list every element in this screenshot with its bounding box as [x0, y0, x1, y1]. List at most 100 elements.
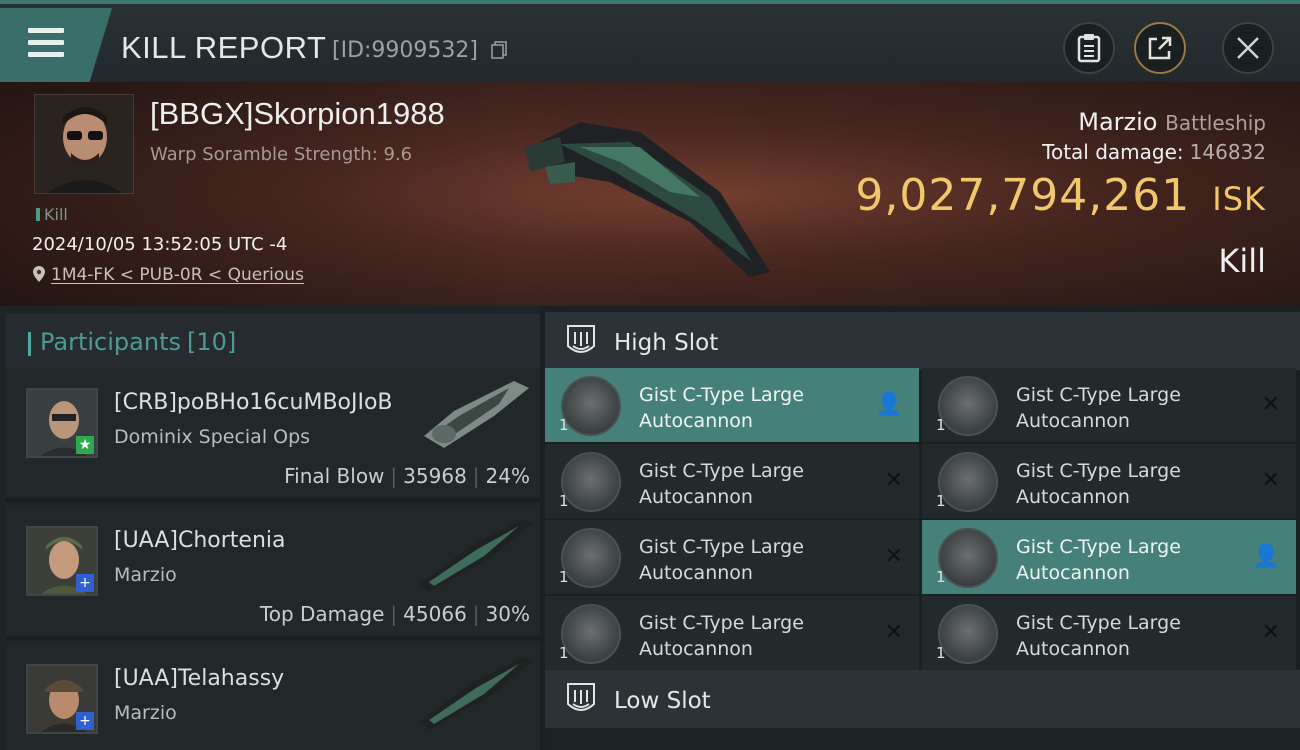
participant-damage: 35968 [403, 464, 467, 488]
module-count: 1 [559, 568, 569, 586]
module-name-line1: Gist C-Type Large [639, 384, 804, 406]
page-title: KILL REPORT [121, 30, 327, 65]
high-slot-header: High Slot [545, 312, 1300, 370]
destroyed-x-icon: ✕ [1261, 468, 1280, 493]
participant-ship-image [419, 657, 532, 730]
location-link[interactable]: 1M4-FK < PUB-0R < Querious [51, 265, 304, 285]
module-name-line2: Autocannon [1016, 562, 1130, 584]
autocannon-module-icon [561, 452, 621, 512]
person-icon: 👤 [875, 392, 903, 417]
participant-avatar: + [26, 664, 98, 734]
module-count: 1 [559, 644, 569, 662]
participant-ship: Dominix Special Ops [114, 426, 311, 448]
module-name-line1: Gist C-Type Large [639, 612, 804, 634]
autocannon-module-icon [938, 604, 998, 664]
kill-datetime: 2024/10/05 13:52:05 UTC -4 [32, 234, 288, 255]
participant-stat-label: Final Blow [284, 464, 385, 488]
module-name-line2: Autocannon [639, 562, 753, 584]
victim-ship[interactable]: Marzio Battleship [1078, 108, 1266, 136]
autocannon-module-icon [561, 604, 621, 664]
hamburger-menu-icon [28, 28, 64, 58]
result-label: Kill [1218, 242, 1266, 280]
module-slot[interactable]: 1 Gist C-Type Large Autocannon ✕ [545, 520, 919, 594]
module-name-line1: Gist C-Type Large [1016, 460, 1181, 482]
module-name-line1: Gist C-Type Large [639, 460, 804, 482]
external-link-icon [1148, 36, 1172, 60]
module-name: Gist C-Type Large Autocannon [639, 458, 859, 510]
participant-stats: Final Blow | 35968 | 24% [284, 464, 530, 488]
module-name: Gist C-Type Large Autocannon [639, 534, 859, 586]
module-name: Gist C-Type Large Autocannon [1016, 382, 1236, 434]
module-name-line2: Autocannon [1016, 638, 1130, 660]
menu-button[interactable] [0, 8, 112, 82]
module-slot[interactable]: 1 Gist C-Type Large Autocannon 👤 [545, 368, 919, 442]
module-slot[interactable]: 1 Gist C-Type Large Autocannon ✕ [922, 596, 1296, 670]
total-damage: Total damage: 146832 [1042, 140, 1266, 164]
participant-ship-image [419, 519, 532, 592]
participant-name: [UAA]Telahassy [114, 666, 285, 691]
destroyed-x-icon: ✕ [884, 468, 903, 493]
participant-avatar: ★ [26, 388, 98, 458]
destroyed-x-icon: ✕ [1261, 392, 1280, 417]
close-button[interactable] [1222, 22, 1274, 74]
title-bar: KILL REPORT [ID:9909532] [0, 0, 1300, 82]
module-slot[interactable]: 1 Gist C-Type Large Autocannon ✕ [545, 444, 919, 518]
module-slot[interactable]: 1 Gist C-Type Large Autocannon ✕ [545, 596, 919, 670]
participant-row[interactable]: + [UAA]Chortenia Marzio Top Damage | 45066… [6, 506, 540, 640]
low-slot-header: Low Slot [545, 670, 1300, 728]
autocannon-module-icon [561, 528, 621, 588]
module-name-line2: Autocannon [639, 638, 753, 660]
low-slot-modules-partial [545, 728, 1300, 750]
kill-type-label: Kill [44, 205, 68, 224]
victim-ship-name: Marzio [1078, 108, 1158, 136]
victim-portrait[interactable] [34, 94, 134, 194]
high-slot-icon [567, 325, 595, 353]
participant-row[interactable]: ★ [CRB]poBHo16cuMBoJIoB Dominix Special … [6, 368, 540, 502]
plus-badge-icon: + [76, 574, 94, 592]
module-slot[interactable]: 1 Gist C-Type Large Autocannon 👤 [922, 520, 1296, 594]
participants-header: Participants [10] [6, 314, 540, 370]
isk-value: 9,027,794,261 ISK [855, 170, 1266, 221]
copy-icon[interactable] [491, 41, 507, 59]
module-count: 1 [936, 644, 946, 662]
participants-count: [10] [186, 328, 237, 356]
warp-scramble-strength: Warp Soramble Strength: 9.6 [150, 144, 413, 165]
autocannon-module-icon [938, 376, 998, 436]
star-badge-icon: ★ [76, 436, 94, 454]
total-damage-label: Total damage: [1042, 140, 1184, 164]
autocannon-module-icon [938, 452, 998, 512]
victim-name[interactable]: [BBGX]Skorpion1988 [150, 96, 445, 132]
destroyed-x-icon: ✕ [884, 620, 903, 645]
module-name-line1: Gist C-Type Large [1016, 384, 1181, 406]
participant-percent: 24% [485, 464, 530, 488]
share-button[interactable] [1134, 22, 1186, 74]
clipboard-button[interactable] [1063, 22, 1115, 74]
module-name-line2: Autocannon [639, 486, 753, 508]
participants-label: Participants [40, 328, 181, 356]
module-name: Gist C-Type Large Autocannon [1016, 458, 1236, 510]
module-name-line2: Autocannon [639, 410, 753, 432]
participant-row[interactable]: + [UAA]Telahassy Marzio [6, 644, 540, 750]
total-damage-value: 146832 [1189, 140, 1266, 164]
module-count: 1 [936, 416, 946, 434]
person-icon: 👤 [1252, 544, 1280, 569]
module-slot[interactable]: 1 Gist C-Type Large Autocannon ✕ [922, 444, 1296, 518]
destroyed-x-icon: ✕ [1261, 620, 1280, 645]
module-count: 1 [559, 416, 569, 434]
module-count: 1 [559, 492, 569, 510]
module-name: Gist C-Type Large Autocannon [1016, 534, 1236, 586]
high-slot-label: High Slot [614, 330, 719, 356]
autocannon-module-icon [561, 376, 621, 436]
destroyed-x-icon: ✕ [884, 544, 903, 569]
location-pin-icon [33, 266, 45, 282]
victim-ship-class: Battleship [1165, 111, 1266, 135]
module-slot[interactable]: 1 Gist C-Type Large Autocannon ✕ [922, 368, 1296, 442]
participant-avatar: + [26, 526, 98, 596]
close-icon [1237, 37, 1259, 59]
kill-type-tag: Kill [36, 205, 68, 224]
participant-ship: Marzio [114, 702, 177, 724]
kill-location[interactable]: 1M4-FK < PUB-0R < Querious [33, 265, 304, 285]
module-count: 1 [936, 492, 946, 510]
kill-banner: [BBGX]Skorpion1988 Warp Soramble Strengt… [0, 82, 1300, 306]
participant-name: [CRB]poBHo16cuMBoJIoB [114, 390, 393, 415]
